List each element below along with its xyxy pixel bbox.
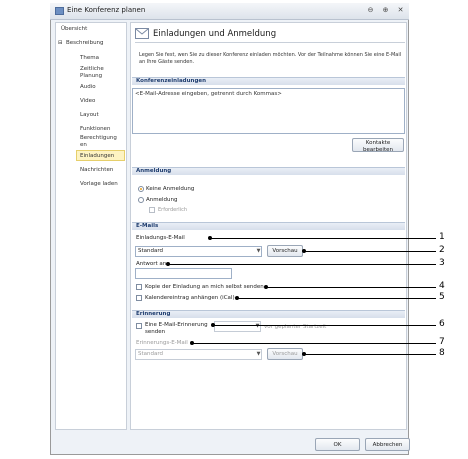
help-icon[interactable]: ⊖ <box>366 6 375 15</box>
required-checkbox[interactable] <box>149 207 155 213</box>
callout-line-3 <box>169 264 436 265</box>
section-header-registration: Anmeldung <box>132 167 405 175</box>
nav-item-layout[interactable]: Layout <box>80 112 99 118</box>
callout-line-7 <box>193 343 436 344</box>
reminder-email-chevron-icon[interactable]: ▼ <box>255 350 262 358</box>
required-label: Erforderlich <box>158 207 188 213</box>
callout-number-1: 1 <box>439 232 445 242</box>
callout-number-8: 8 <box>439 348 445 358</box>
nav-item-overview[interactable]: Übersicht <box>61 26 87 32</box>
attach-calendar-label: Kalendereintrag anhängen (iCal) <box>145 295 235 301</box>
reminder-time-chevron-icon[interactable]: ▼ <box>254 322 261 330</box>
header-divider <box>135 42 405 43</box>
nav-item-permissions[interactable]: Berechtigungen <box>80 135 120 149</box>
send-reminder-label: Eine E-Mail-Erinnerung senden <box>145 322 208 335</box>
registration-radio[interactable] <box>138 197 144 203</box>
attach-calendar-checkbox[interactable] <box>136 295 142 301</box>
callout-line-4 <box>267 287 436 288</box>
page-title: Einladungen und Anmeldung <box>153 29 277 39</box>
callout-line-5 <box>238 298 436 299</box>
copy-to-self-label: Kopie der Einladung an mich selbst sende… <box>145 284 264 290</box>
callout-line-2 <box>305 251 436 252</box>
reply-to-input[interactable] <box>135 268 232 279</box>
callout-number-6: 6 <box>439 319 445 329</box>
invitation-email-value: Standard <box>138 248 164 254</box>
callout-line-8 <box>305 354 436 355</box>
reply-to-label: Antwort an <box>136 261 167 267</box>
section-header-invitations: Konferenzeinladungen <box>132 77 405 85</box>
nav-item-invitations[interactable]: Einladungen <box>80 153 114 159</box>
nav-item-video[interactable]: Video <box>80 98 95 104</box>
email-addresses-placeholder: <E-Mail-Adresse eingeben, getrennt durch… <box>135 91 282 97</box>
nav-item-features[interactable]: Funktionen <box>80 126 110 132</box>
close-icon[interactable]: ✕ <box>396 6 405 15</box>
send-reminder-checkbox[interactable] <box>136 323 142 329</box>
envelope-icon <box>135 28 149 39</box>
chevron-down-icon[interactable]: ▼ <box>255 247 262 255</box>
app-icon <box>55 7 64 15</box>
nav-item-topic[interactable]: Thema <box>80 55 99 61</box>
section-header-emails: E-Mails <box>132 222 405 230</box>
callout-number-3: 3 <box>439 258 445 268</box>
ok-button[interactable]: OK <box>315 438 360 451</box>
reminder-preview-button[interactable]: Vorschau <box>267 348 303 360</box>
nav-item-schedule[interactable]: Zeitliche Planung <box>80 66 120 80</box>
callout-line-6 <box>214 325 436 326</box>
callout-line-1 <box>211 238 436 239</box>
page-description: Legen Sie fest, wen Sie zu dieser Konfer… <box>139 52 402 65</box>
callout-number-7: 7 <box>439 337 445 347</box>
reminder-email-label: Erinnerungs-E-Mail <box>136 340 188 346</box>
edit-contacts-button[interactable]: Kontakte bearbeiten <box>352 138 404 153</box>
maximize-icon[interactable]: ⊕ <box>381 6 390 15</box>
callout-number-5: 5 <box>439 292 445 302</box>
cancel-button[interactable]: Abbrechen <box>365 438 410 451</box>
nav-item-messages[interactable]: Nachrichten <box>80 167 113 173</box>
section-header-reminder: Erinnerung <box>132 310 405 318</box>
nav-item-audio[interactable]: Audio <box>80 84 96 90</box>
nav-item-description[interactable]: Beschreibung <box>66 40 104 46</box>
expander-icon[interactable]: ⊟ <box>58 40 63 46</box>
invitation-preview-button[interactable]: Vorschau <box>267 245 303 257</box>
window-title: Eine Konferenz planen <box>67 6 146 14</box>
no-registration-label: Keine Anmeldung <box>146 186 195 192</box>
copy-to-self-checkbox[interactable] <box>136 284 142 290</box>
callout-number-2: 2 <box>439 245 445 255</box>
invitation-email-label: Einladungs-E-Mail <box>136 235 185 241</box>
callout-number-4: 4 <box>439 281 445 291</box>
registration-label: Anmeldung <box>146 197 178 203</box>
nav-item-load-template[interactable]: Vorlage laden <box>80 181 118 187</box>
no-registration-radio[interactable] <box>138 186 144 192</box>
reminder-email-value: Standard <box>138 351 164 357</box>
